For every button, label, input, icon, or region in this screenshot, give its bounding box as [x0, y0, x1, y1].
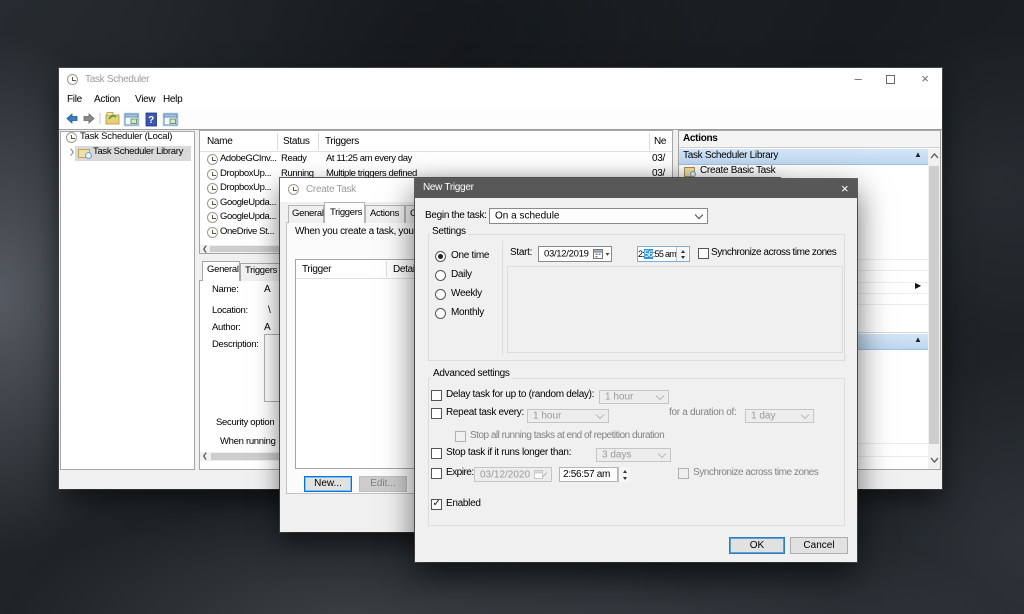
svg-text:?: ?	[148, 115, 154, 126]
